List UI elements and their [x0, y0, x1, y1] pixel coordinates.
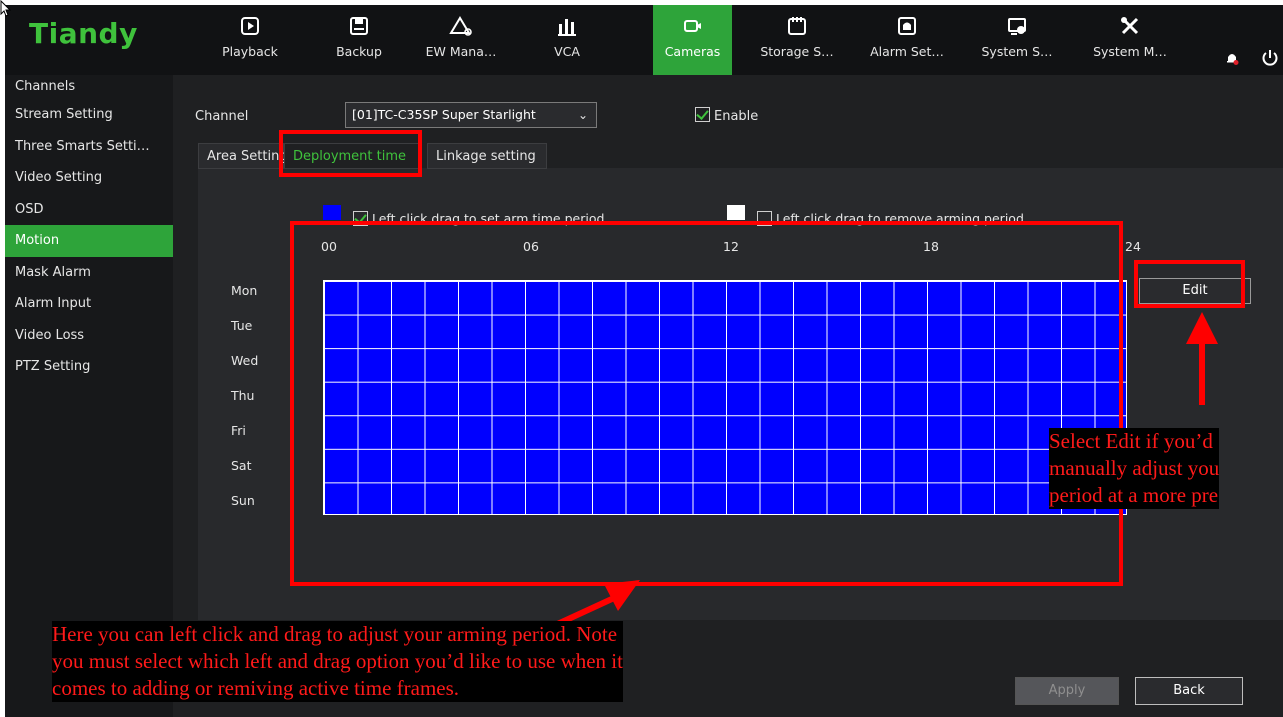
- camera-icon: [683, 20, 701, 32]
- sidebar-item-video-setting[interactable]: Video Setting: [5, 162, 173, 194]
- apply-button[interactable]: Apply: [1015, 677, 1119, 705]
- edit-instruction-note: Select Edit if you’d manually adjust you…: [1049, 428, 1220, 509]
- nav-label: EW Mana…: [425, 44, 497, 59]
- note-line: comes to adding or remiving active time …: [52, 675, 623, 702]
- nav-label: Cameras: [664, 44, 721, 59]
- back-button[interactable]: Back: [1135, 677, 1243, 705]
- day-label: Sat: [231, 458, 252, 473]
- arm-color-swatch: [323, 205, 341, 220]
- day-label: Fri: [231, 423, 246, 438]
- remove-color-swatch: [727, 205, 745, 220]
- day-label: Thu: [231, 388, 255, 403]
- hour-label: 18: [923, 239, 939, 254]
- sidebar-item-motion[interactable]: Motion: [5, 225, 173, 257]
- nav-backup[interactable]: Backup: [317, 5, 401, 75]
- tools-icon: [1121, 17, 1139, 35]
- note-line: period at a more pre: [1049, 482, 1220, 509]
- day-label: Tue: [231, 318, 253, 333]
- arm-mode-checkbox[interactable]: [353, 211, 368, 226]
- tiandy-logo: Tiandy: [29, 17, 138, 50]
- nav-label: Playback: [222, 44, 278, 59]
- channel-select[interactable]: [01]TC-C35SP Super Starlight ⌄: [345, 102, 597, 128]
- chevron-down-icon: ⌄: [577, 108, 588, 122]
- hour-label: 00: [321, 239, 337, 254]
- note-line: manually adjust you: [1049, 455, 1220, 482]
- hour-label: 12: [723, 239, 739, 254]
- sidebar-item-ptz-setting[interactable]: PTZ Setting: [5, 351, 173, 383]
- sidebar-heading-channels: Channels: [15, 79, 76, 94]
- enable-checkbox[interactable]: [695, 107, 710, 122]
- channel-select-value: [01]TC-C35SP Super Starlight: [352, 107, 536, 122]
- note-line: you must select which left and drag opti…: [52, 648, 623, 675]
- dvr-screen: Tiandy Playback Backup EW Mana… VCA Came…: [5, 5, 1283, 717]
- sidebar-item-three-smarts-setting[interactable]: Three Smarts Setti…: [5, 131, 173, 163]
- hour-label: 06: [523, 239, 539, 254]
- note-line: Here you can left click and drag to adju…: [52, 621, 623, 648]
- nav-label: System M…: [1093, 44, 1167, 59]
- nav-system-maintenance[interactable]: System M…: [1088, 5, 1172, 75]
- nav-storage[interactable]: Storage S…: [755, 5, 839, 75]
- system-settings-icon: [1008, 18, 1026, 35]
- nav-playback[interactable]: Playback: [208, 5, 292, 75]
- enable-label: Enable: [714, 109, 759, 124]
- analytics-icon: [558, 19, 576, 36]
- mouse-cursor-icon: [0, 0, 12, 17]
- power-icon[interactable]: [1261, 49, 1279, 67]
- tab-deployment-time[interactable]: Deployment time: [284, 143, 420, 169]
- sidebar-item-stream-setting[interactable]: Stream Setting: [5, 99, 173, 131]
- channel-label: Channel: [195, 109, 249, 124]
- save-icon: [350, 17, 368, 35]
- notification-bell-icon[interactable]: [1225, 51, 1239, 65]
- nav-label: Storage S…: [760, 44, 834, 59]
- playback-icon: [241, 17, 259, 35]
- day-label: Wed: [231, 353, 259, 368]
- nav-ew-manage[interactable]: EW Mana…: [419, 5, 503, 75]
- drag-instruction-note: Here you can left click and drag to adju…: [52, 621, 623, 702]
- nav-label: Backup: [336, 44, 382, 59]
- hour-label: 24: [1125, 239, 1141, 254]
- note-line: Select Edit if you’d: [1049, 428, 1220, 455]
- nav-alarm-settings[interactable]: Alarm Set…: [865, 5, 949, 75]
- alarm-icon: [898, 17, 916, 35]
- sidebar-item-osd[interactable]: OSD: [5, 194, 173, 226]
- sidebar-item-alarm-input[interactable]: Alarm Input: [5, 288, 173, 320]
- storage-icon: [788, 17, 806, 35]
- edit-button[interactable]: Edit: [1139, 278, 1251, 304]
- day-label: Mon: [231, 283, 258, 298]
- day-label: Sun: [231, 493, 255, 508]
- weekly-schedule-grid[interactable]: [323, 280, 1127, 515]
- nav-vca[interactable]: VCA: [525, 5, 609, 75]
- tab-linkage-setting[interactable]: Linkage setting: [427, 143, 547, 169]
- nav-label: System S…: [981, 44, 1053, 59]
- top-navigation-bar: Tiandy Playback Backup EW Mana… VCA Came…: [5, 5, 1283, 75]
- remove-mode-checkbox[interactable]: [757, 211, 772, 226]
- sidebar-item-video-loss[interactable]: Video Loss: [5, 320, 173, 352]
- nav-label: VCA: [554, 44, 580, 59]
- sidebar-item-mask-alarm[interactable]: Mask Alarm: [5, 257, 173, 289]
- nav-cameras[interactable]: Cameras: [653, 5, 732, 75]
- nav-label: Alarm Set…: [870, 44, 944, 59]
- warning-icon: [449, 16, 472, 36]
- remove-mode-label: Left click drag to remove arming period: [776, 211, 1024, 226]
- arm-mode-label: Left click drag to set arm time period: [372, 211, 605, 226]
- nav-system-settings[interactable]: System S…: [975, 5, 1059, 75]
- tab-area-setting[interactable]: Area Setting: [198, 143, 288, 169]
